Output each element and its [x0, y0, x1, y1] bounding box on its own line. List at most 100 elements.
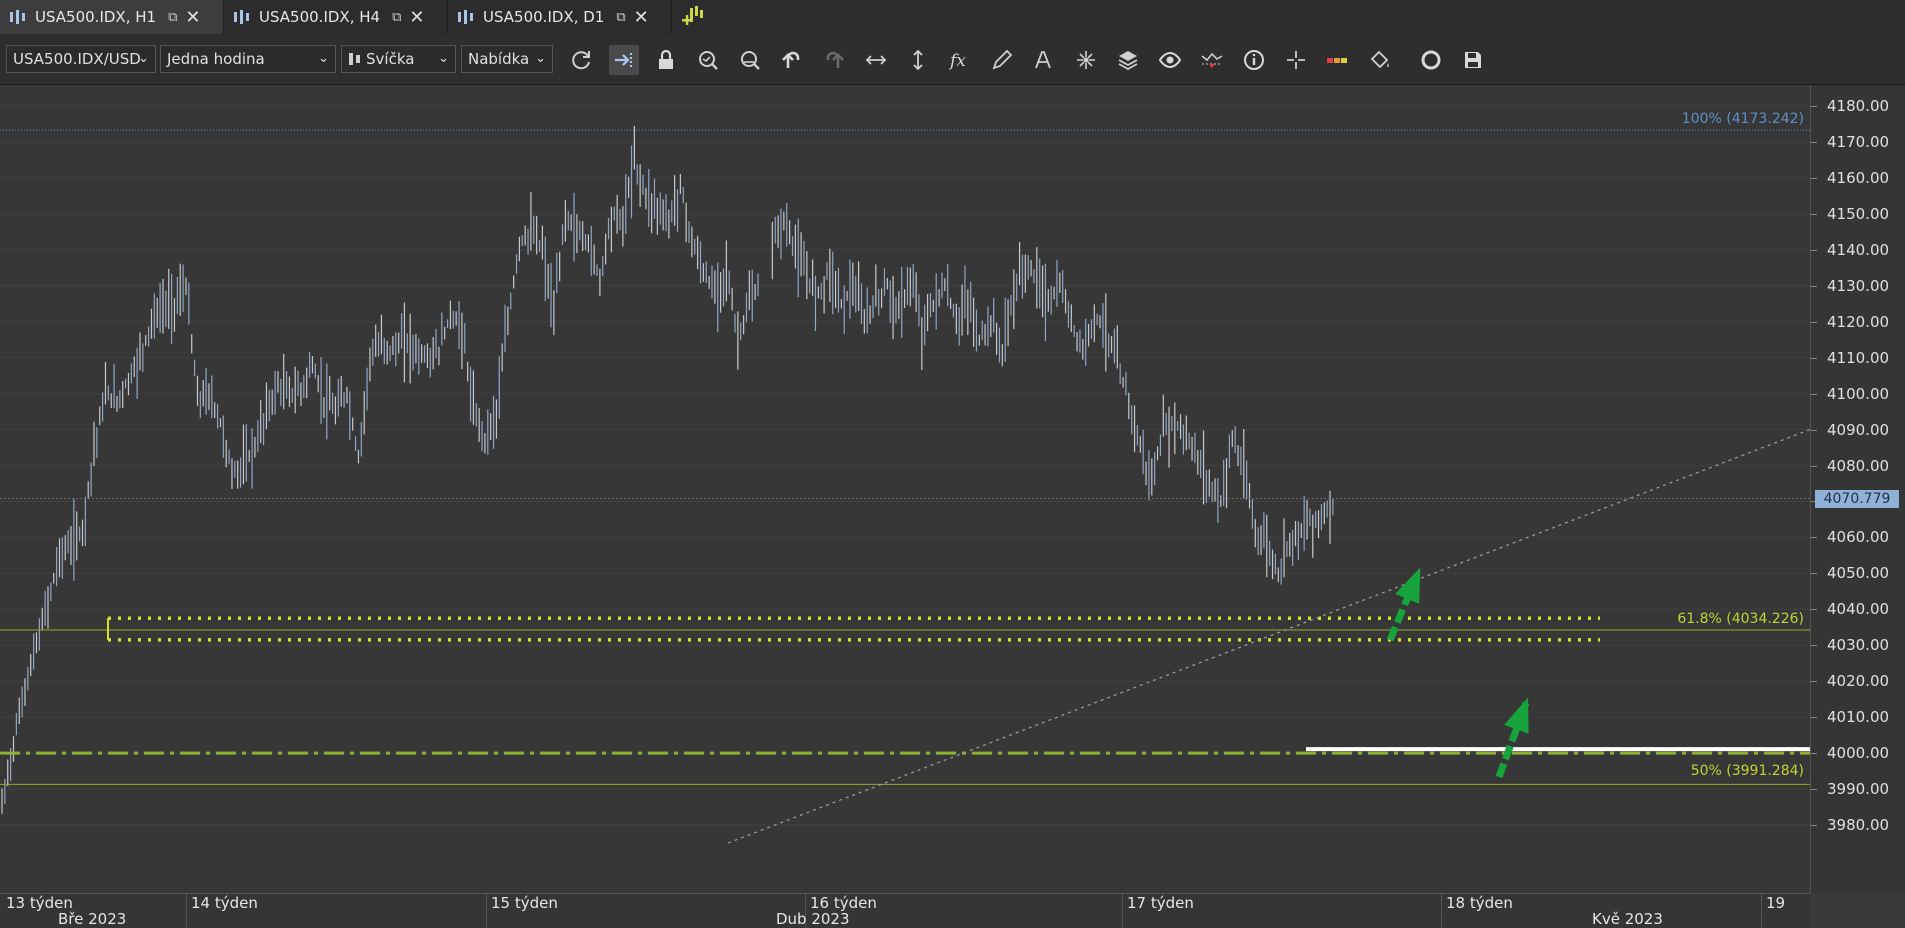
week-separator — [1761, 894, 1762, 928]
price-tick-label: 4160.00 — [1827, 168, 1890, 187]
price-tick — [1811, 393, 1817, 395]
price-tick — [1811, 645, 1817, 647]
autoshift-icon[interactable] — [609, 45, 639, 75]
price-tick-label: 4090.00 — [1827, 420, 1890, 439]
price-tick — [1811, 609, 1817, 611]
period-select[interactable]: Jedna hodina ⌄ — [160, 45, 336, 73]
price-tick — [1811, 717, 1817, 719]
close-icon[interactable]: ✕ — [409, 7, 424, 28]
tab-label: USA500.IDX, H1 — [35, 8, 157, 26]
chevron-down-icon: ⌄ — [535, 51, 546, 66]
popout-icon[interactable]: ⧉ — [616, 10, 625, 25]
paint-bucket-icon[interactable] — [1365, 45, 1395, 75]
week-separator — [1122, 894, 1123, 928]
layers-icon[interactable] — [1113, 45, 1143, 75]
price-tick — [1811, 177, 1817, 179]
tab-chart-h1[interactable]: USA500.IDX, H1 ⧉ ✕ — [0, 0, 224, 34]
tab-label: USA500.IDX, D1 — [483, 8, 605, 26]
instrument-select[interactable]: USA500.IDX/USD ⌄ — [6, 45, 156, 73]
price-tick-label: 4000.00 — [1827, 744, 1890, 763]
price-tick — [1811, 573, 1817, 575]
price-tick-label: 4180.00 — [1827, 97, 1890, 115]
fib-50-label: 50% (3991.284) — [1690, 763, 1804, 780]
price-tick-label: 4140.00 — [1827, 240, 1890, 259]
price-tick — [1811, 106, 1817, 107]
chart-toolbar: USA500.IDX/USD ⌄ Jedna hodina ⌄ Svíčka ⌄… — [0, 34, 1905, 85]
week-separator — [1441, 894, 1442, 928]
current-price-tag: 4070.779 — [1815, 489, 1899, 508]
price-tick — [1811, 213, 1817, 215]
circle-icon[interactable] — [1416, 45, 1446, 75]
price-axis[interactable]: 3980.00 3990.00 4000.00 4010.00 4020.00 4030.… — [1811, 85, 1905, 893]
indicators-icon[interactable]: fx — [945, 45, 975, 75]
tab-chart-h4[interactable]: USA500.IDX, H4 ⧉ ✕ — [224, 0, 448, 34]
week-label: 14 týden — [191, 894, 258, 912]
signal-icon[interactable] — [1197, 45, 1227, 75]
zoom-out-icon[interactable] — [735, 45, 765, 75]
week-separator — [186, 894, 187, 928]
price-tick — [1811, 537, 1817, 539]
offer-side-value: Nabídka — [468, 50, 530, 68]
crosshair-icon[interactable] — [1281, 45, 1311, 75]
price-tick-label: 4040.00 — [1827, 600, 1890, 619]
instrument-value: USA500.IDX/USD — [13, 50, 141, 68]
price-tick — [1811, 789, 1817, 791]
close-icon[interactable]: ✕ — [185, 7, 200, 28]
candlestick-icon — [234, 10, 249, 24]
candlestick-icon — [458, 10, 473, 24]
info-icon[interactable] — [1239, 45, 1269, 75]
undo-icon[interactable] — [777, 45, 807, 75]
chevron-down-icon: ⌄ — [138, 51, 149, 66]
week-label: 15 týden — [491, 894, 558, 912]
price-tick-label: 4150.00 — [1827, 204, 1890, 223]
lock-icon[interactable] — [651, 45, 681, 75]
refresh-icon[interactable] — [566, 45, 596, 75]
save-icon[interactable] — [1458, 45, 1488, 75]
fit-vertical-icon[interactable] — [903, 45, 933, 75]
zoom-in-icon[interactable] — [693, 45, 723, 75]
price-tick-label: 4060.00 — [1827, 528, 1890, 547]
tab-chart-d1[interactable]: USA500.IDX, D1 ⧉ ✕ — [448, 0, 672, 34]
text-icon[interactable] — [1029, 45, 1059, 75]
week-separator — [486, 894, 487, 928]
palette-icon[interactable] — [1323, 45, 1353, 75]
trendline — [727, 428, 1810, 844]
week-label: 18 týden — [1446, 894, 1513, 912]
chart-style-select[interactable]: Svíčka ⌄ — [341, 45, 456, 73]
popout-icon[interactable]: ⧉ — [168, 10, 177, 25]
offer-side-select[interactable]: Nabídka ⌄ — [461, 45, 553, 73]
price-tick-label: 3980.00 — [1827, 816, 1890, 834]
price-tick-label: 4050.00 — [1827, 564, 1890, 583]
price-tick-label: 4110.00 — [1827, 348, 1890, 367]
price-tick — [1811, 681, 1817, 683]
popout-icon[interactable]: ⧉ — [392, 10, 401, 25]
fib-100-label: 100% (4173.242) — [1681, 111, 1804, 128]
svg-text:fx: fx — [948, 51, 966, 71]
pencil-icon[interactable] — [987, 45, 1017, 75]
period-value: Jedna hodina — [167, 50, 265, 68]
chevron-down-icon: ⌄ — [438, 51, 449, 66]
add-chart-icon[interactable] — [680, 5, 706, 29]
price-chart[interactable]: 100% (4173.242) 61.8% (4034.226) 50% (39… — [0, 85, 1811, 893]
close-icon[interactable]: ✕ — [634, 7, 649, 28]
eye-icon[interactable] — [1155, 45, 1185, 75]
price-tick-label: 4130.00 — [1827, 276, 1890, 295]
price-tick — [1811, 321, 1817, 323]
fit-horizontal-icon[interactable] — [861, 45, 891, 75]
tab-bar: USA500.IDX, H1 ⧉ ✕ USA500.IDX, H4 ⧉ ✕ US… — [0, 0, 1905, 35]
week-label: 19 — [1766, 894, 1786, 912]
week-label: 17 týden — [1127, 894, 1194, 912]
price-tick — [1811, 357, 1817, 359]
candlestick-icon — [349, 53, 360, 65]
candlestick-icon — [10, 10, 25, 24]
month-label: Bře 2023 — [58, 910, 127, 928]
time-axis[interactable]: 13 týden 14 týden 15 týden 16 týden 17 t… — [0, 893, 1811, 928]
chart-plot[interactable] — [0, 85, 1810, 893]
month-label: Dub 2023 — [776, 910, 850, 928]
price-tick-label: 4120.00 — [1827, 312, 1890, 331]
price-tick-label: 4080.00 — [1827, 456, 1890, 475]
arrow-up-2-head — [1504, 697, 1529, 734]
pattern-icon[interactable] — [1071, 45, 1101, 75]
redo-icon[interactable] — [819, 45, 849, 75]
price-tick — [1811, 141, 1817, 143]
